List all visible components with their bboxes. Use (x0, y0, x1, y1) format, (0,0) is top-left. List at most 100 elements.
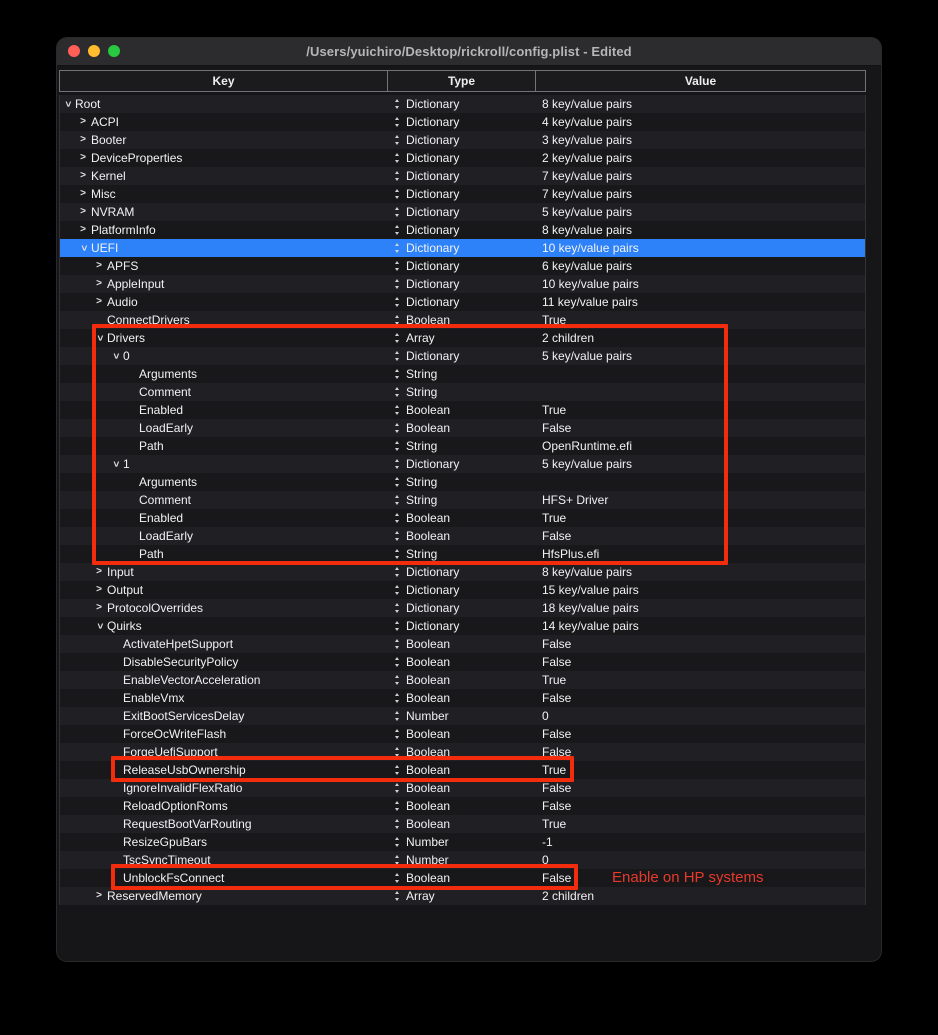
value-cell[interactable]: True (536, 403, 865, 417)
value-cell[interactable]: 0 (536, 853, 865, 867)
value-cell[interactable]: False (536, 655, 865, 669)
type-cell[interactable]: Dictionary (388, 583, 536, 597)
type-cell[interactable]: Boolean (388, 799, 536, 813)
type-cell[interactable]: Boolean (388, 691, 536, 705)
type-cell[interactable]: Boolean (388, 727, 536, 741)
type-cell[interactable]: Dictionary (388, 97, 536, 111)
disclosure-triangle-icon[interactable]: > (94, 565, 104, 579)
column-header-key[interactable]: Key (60, 71, 388, 91)
value-cell[interactable]: 10 key/value pairs (536, 241, 865, 255)
value-cell[interactable]: 5 key/value pairs (536, 457, 865, 471)
value-cell[interactable]: 2 key/value pairs (536, 151, 865, 165)
table-row[interactable]: >0Dictionary5 key/value pairs (60, 347, 865, 365)
type-cell[interactable]: Boolean (388, 421, 536, 435)
type-cell[interactable]: Dictionary (388, 295, 536, 309)
table-row[interactable]: EnabledBooleanTrue (60, 401, 865, 419)
disclosure-triangle-icon[interactable]: > (92, 333, 106, 343)
type-cell[interactable]: Boolean (388, 673, 536, 687)
value-cell[interactable]: 4 key/value pairs (536, 115, 865, 129)
value-cell[interactable]: True (536, 817, 865, 831)
table-row[interactable]: UnblockFsConnectBooleanFalse (60, 869, 865, 887)
disclosure-triangle-icon[interactable]: > (78, 187, 88, 201)
title-bar[interactable]: /Users/yuichiro/Desktop/rickroll/config.… (57, 38, 881, 66)
disclosure-triangle-icon[interactable]: > (94, 277, 104, 291)
table-row[interactable]: >AudioDictionary11 key/value pairs (60, 293, 865, 311)
value-cell[interactable]: 2 children (536, 889, 865, 903)
type-cell[interactable]: Dictionary (388, 169, 536, 183)
table-row[interactable]: >ProtocolOverridesDictionary18 key/value… (60, 599, 865, 617)
value-cell[interactable]: True (536, 673, 865, 687)
table-row[interactable]: >InputDictionary8 key/value pairs (60, 563, 865, 581)
value-cell[interactable]: 6 key/value pairs (536, 259, 865, 273)
type-cell[interactable]: Boolean (388, 511, 536, 525)
type-cell[interactable]: Boolean (388, 781, 536, 795)
value-cell[interactable]: 5 key/value pairs (536, 205, 865, 219)
table-row[interactable]: ResizeGpuBarsNumber-1 (60, 833, 865, 851)
zoom-button[interactable] (108, 45, 120, 57)
value-cell[interactable]: True (536, 763, 865, 777)
table-row[interactable]: ForceOcWriteFlashBooleanFalse (60, 725, 865, 743)
value-cell[interactable]: HFS+ Driver (536, 493, 865, 507)
value-cell[interactable]: 8 key/value pairs (536, 223, 865, 237)
type-cell[interactable]: Dictionary (388, 277, 536, 291)
disclosure-triangle-icon[interactable]: > (78, 151, 88, 165)
type-cell[interactable]: Boolean (388, 817, 536, 831)
type-cell[interactable]: Boolean (388, 637, 536, 651)
type-cell[interactable]: Dictionary (388, 619, 536, 633)
value-cell[interactable]: 7 key/value pairs (536, 187, 865, 201)
value-cell[interactable]: OpenRuntime.efi (536, 439, 865, 453)
column-header-type[interactable]: Type (388, 71, 536, 91)
disclosure-triangle-icon[interactable]: > (60, 99, 74, 109)
type-cell[interactable]: Boolean (388, 313, 536, 327)
table-row[interactable]: >MiscDictionary7 key/value pairs (60, 185, 865, 203)
disclosure-triangle-icon[interactable]: > (78, 169, 88, 183)
disclosure-triangle-icon[interactable]: > (78, 205, 88, 219)
value-cell[interactable]: HfsPlus.efi (536, 547, 865, 561)
disclosure-triangle-icon[interactable]: > (94, 601, 104, 615)
table-row[interactable]: >AppleInputDictionary10 key/value pairs (60, 275, 865, 293)
disclosure-triangle-icon[interactable]: > (94, 583, 104, 597)
column-header-value[interactable]: Value (536, 71, 865, 91)
type-cell[interactable]: Boolean (388, 871, 536, 885)
table-row[interactable]: PathStringOpenRuntime.efi (60, 437, 865, 455)
value-cell[interactable]: 18 key/value pairs (536, 601, 865, 615)
type-cell[interactable]: Number (388, 709, 536, 723)
value-cell[interactable]: 8 key/value pairs (536, 97, 865, 111)
type-cell[interactable]: String (388, 493, 536, 507)
table-row[interactable]: ArgumentsString (60, 365, 865, 383)
table-row[interactable]: ActivateHpetSupportBooleanFalse (60, 635, 865, 653)
value-cell[interactable]: 14 key/value pairs (536, 619, 865, 633)
value-cell[interactable]: 15 key/value pairs (536, 583, 865, 597)
type-cell[interactable]: Boolean (388, 763, 536, 777)
value-cell[interactable]: False (536, 637, 865, 651)
value-cell[interactable]: False (536, 421, 865, 435)
type-cell[interactable]: Boolean (388, 529, 536, 543)
table-row[interactable]: >DevicePropertiesDictionary2 key/value p… (60, 149, 865, 167)
type-cell[interactable]: Dictionary (388, 259, 536, 273)
table-row[interactable]: ReloadOptionRomsBooleanFalse (60, 797, 865, 815)
table-row[interactable]: CommentString (60, 383, 865, 401)
type-cell[interactable]: Array (388, 889, 536, 903)
type-cell[interactable]: Array (388, 331, 536, 345)
type-cell[interactable]: Dictionary (388, 349, 536, 363)
type-cell[interactable]: Dictionary (388, 115, 536, 129)
value-cell[interactable]: False (536, 745, 865, 759)
value-cell[interactable]: 11 key/value pairs (536, 295, 865, 309)
table-row[interactable]: >BooterDictionary3 key/value pairs (60, 131, 865, 149)
type-cell[interactable]: Boolean (388, 655, 536, 669)
type-cell[interactable]: String (388, 475, 536, 489)
value-cell[interactable]: True (536, 313, 865, 327)
value-cell[interactable]: False (536, 727, 865, 741)
close-button[interactable] (68, 45, 80, 57)
disclosure-triangle-icon[interactable]: > (92, 621, 106, 631)
table-row[interactable]: ArgumentsString (60, 473, 865, 491)
table-row[interactable]: >QuirksDictionary14 key/value pairs (60, 617, 865, 635)
value-cell[interactable]: False (536, 781, 865, 795)
value-cell[interactable]: True (536, 511, 865, 525)
type-cell[interactable]: Dictionary (388, 187, 536, 201)
value-cell[interactable]: 2 children (536, 331, 865, 345)
value-cell[interactable]: 10 key/value pairs (536, 277, 865, 291)
table-row[interactable]: TscSyncTimeoutNumber0 (60, 851, 865, 869)
type-cell[interactable]: Boolean (388, 403, 536, 417)
minimize-button[interactable] (88, 45, 100, 57)
